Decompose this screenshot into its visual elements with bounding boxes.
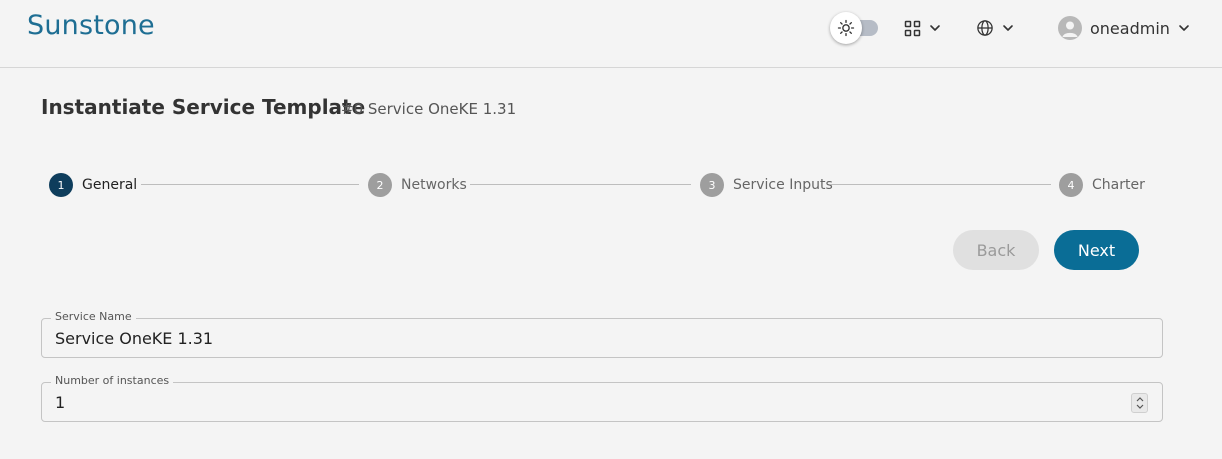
user-icon: [1062, 21, 1078, 37]
chevron-down-icon: [930, 25, 940, 31]
service-name-field[interactable]: Service Name: [41, 310, 1163, 358]
user-menu-button[interactable]: oneadmin: [1058, 15, 1190, 41]
step-networks[interactable]: 2 Networks: [368, 173, 467, 197]
step-service-inputs[interactable]: 3 Service Inputs: [700, 173, 833, 197]
step-connector: [141, 184, 359, 185]
step-general[interactable]: 1 General: [49, 173, 137, 197]
quantity-stepper[interactable]: [1131, 393, 1148, 413]
apps-menu-button[interactable]: [904, 15, 941, 41]
step-charter[interactable]: 4 Charter: [1059, 173, 1145, 197]
top-bar: Sunstone oneadmin: [0, 0, 1222, 68]
sun-icon: [837, 19, 855, 37]
service-name-input[interactable]: [55, 327, 1115, 349]
next-button[interactable]: Next: [1054, 230, 1139, 270]
chevron-up-icon: [1136, 397, 1143, 402]
theme-toggle-knob: [830, 12, 862, 44]
grid-icon: [904, 20, 921, 36]
app-logo[interactable]: Sunstone: [27, 10, 155, 41]
globe-icon: [977, 20, 993, 36]
service-name-label: Service Name: [51, 310, 136, 324]
step-number: 3: [700, 173, 724, 197]
theme-toggle[interactable]: [830, 12, 882, 44]
step-label: Networks: [401, 177, 467, 193]
chevron-down-icon: [1179, 25, 1189, 31]
instances-field[interactable]: Number of instances: [41, 374, 1163, 422]
step-number: 4: [1059, 173, 1083, 197]
instances-input[interactable]: [55, 391, 1115, 413]
step-label: Charter: [1092, 177, 1145, 193]
user-name: oneadmin: [1090, 18, 1170, 38]
page-title: Instantiate Service Template: [41, 95, 366, 119]
step-label: General: [82, 177, 138, 193]
language-menu-button[interactable]: [976, 15, 1014, 41]
step-connector: [830, 184, 1051, 185]
step-label: Service Inputs: [733, 177, 833, 193]
page-subtitle: #0 Service OneKE 1.31: [341, 100, 517, 118]
avatar: [1058, 16, 1082, 40]
instances-label: Number of instances: [51, 374, 174, 388]
chevron-down-icon: [1136, 404, 1143, 409]
step-number: 2: [368, 173, 392, 197]
step-connector: [470, 184, 691, 185]
chevron-down-icon: [1003, 25, 1013, 31]
step-number: 1: [49, 173, 73, 197]
back-button[interactable]: Back: [953, 230, 1039, 270]
